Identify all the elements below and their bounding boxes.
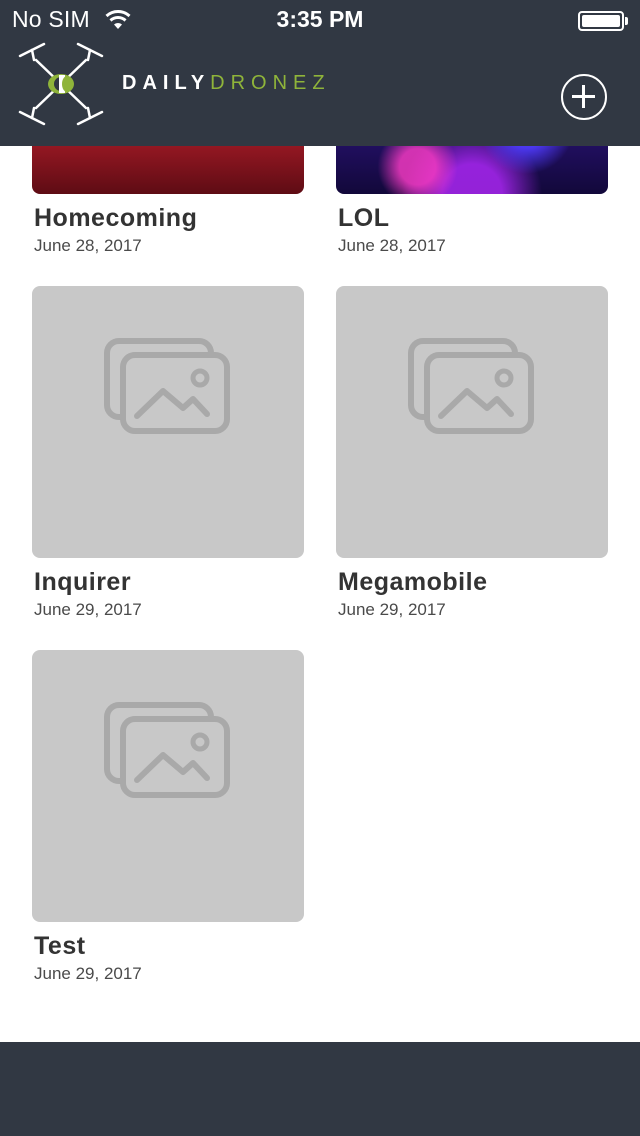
album-title: Test xyxy=(34,932,86,960)
drone-logo-icon xyxy=(18,42,104,126)
album-title: Homecoming xyxy=(34,204,198,232)
album-date: June 29, 2017 xyxy=(338,600,446,619)
status-bar: No SIM 3:35 PM xyxy=(0,0,640,40)
album-thumbnail[interactable] xyxy=(32,650,304,922)
album-thumbnail[interactable] xyxy=(32,286,304,558)
album-date: June 29, 2017 xyxy=(34,964,142,983)
album-title: Megamobile xyxy=(338,568,488,596)
top-bar: No SIM 3:35 PM DAILYDRONEZ xyxy=(0,0,640,146)
album-grid[interactable]: Homecoming June 28, 2017 LOL June 28, 20… xyxy=(0,0,640,1042)
logo-daily-text: DAILY xyxy=(122,72,211,94)
bottom-bar xyxy=(0,1042,640,1136)
album-card[interactable]: Inquirer June 29, 2017 xyxy=(32,286,304,619)
album-card[interactable]: Megamobile June 29, 2017 xyxy=(336,286,608,619)
album-card[interactable]: Test June 29, 2017 xyxy=(32,650,304,983)
battery-icon xyxy=(578,11,628,31)
app-logo-wordmark: DAILYDRONEZ xyxy=(122,72,331,95)
album-date: June 28, 2017 xyxy=(338,236,446,255)
status-time: 3:35 PM xyxy=(276,6,364,32)
image-placeholder-icon xyxy=(104,702,230,798)
image-placeholder-icon xyxy=(408,338,534,434)
nav-bar: DAILYDRONEZ xyxy=(0,40,640,146)
album-thumbnail[interactable] xyxy=(336,286,608,558)
album-date: June 28, 2017 xyxy=(34,236,142,255)
album-title: Inquirer xyxy=(34,568,132,596)
app-screen: Homecoming June 28, 2017 LOL June 28, 20… xyxy=(0,0,640,1136)
logo-dronez-text: DRONEZ xyxy=(210,72,331,94)
album-title: LOL xyxy=(338,204,390,232)
add-album-button[interactable] xyxy=(561,74,607,120)
image-placeholder-icon xyxy=(104,338,230,434)
album-date: June 29, 2017 xyxy=(34,600,142,619)
